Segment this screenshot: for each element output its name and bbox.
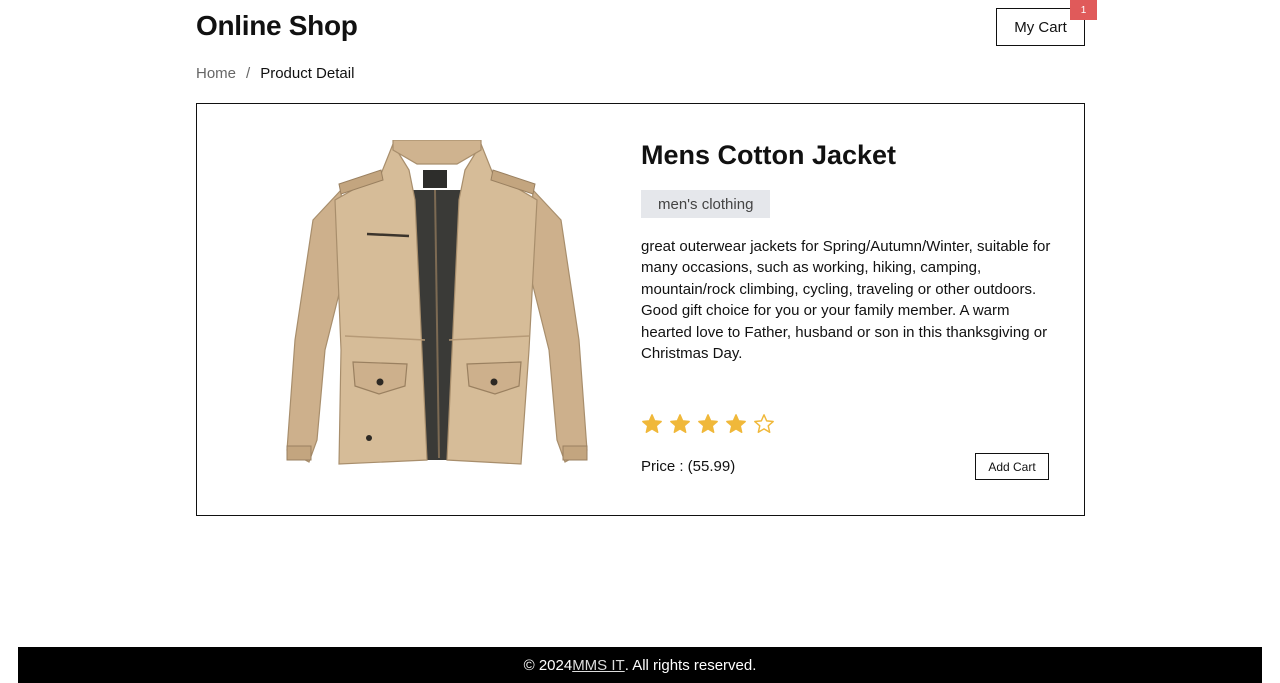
add-cart-button[interactable]: Add Cart [975,453,1049,480]
category-badge: men's clothing [641,190,771,218]
site-title: Online Shop [196,10,358,41]
product-card: Mens Cotton Jacket men's clothing great … [196,103,1085,516]
footer: © 2024 MMS IT . All rights reserved. [18,647,1262,683]
page: Online Shop My Cart 1 Home / Product Det… [0,0,1280,683]
footer-prefix: © 2024 [523,656,573,674]
cart-count-badge: 1 [1070,0,1097,20]
breadcrumb-separator: / [246,65,251,82]
product-price: Price : (55.99) [641,458,736,475]
star-filled-icon [698,414,718,433]
star-filled-icon [670,414,690,433]
footer-suffix: . All rights reserved. [624,656,757,674]
star-filled-icon [642,414,662,433]
breadcrumb-home-link[interactable]: Home [196,65,236,82]
breadcrumb-current: Product Detail [260,65,355,82]
footer-company-link[interactable]: MMS IT [572,657,625,674]
jacket-image [286,140,588,465]
star-empty-icon [754,414,774,433]
product-title: Mens Cotton Jacket [641,140,897,170]
product-description: great outerwear jackets for Spring/Autum… [641,238,1051,363]
star-filled-icon [726,414,746,433]
breadcrumb: Home / Product Detail [196,65,354,82]
star-rating [641,413,775,435]
